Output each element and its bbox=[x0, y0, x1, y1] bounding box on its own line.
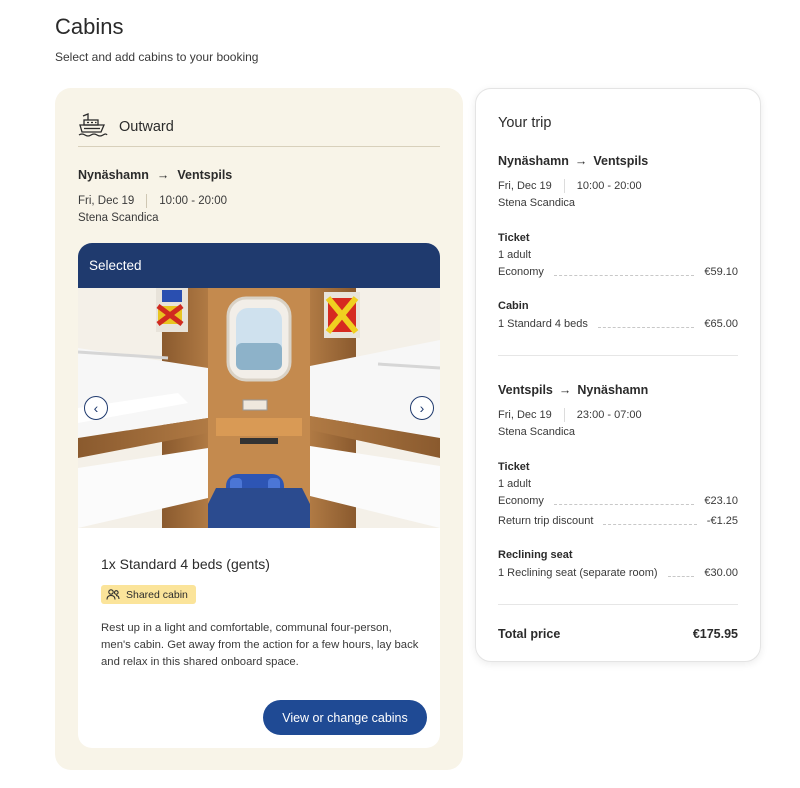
return-ship: Stena Scandica bbox=[498, 426, 576, 438]
view-change-cabins-button[interactable]: View or change cabins bbox=[263, 700, 427, 735]
departure-date: Fri, Dec 19 bbox=[78, 195, 135, 207]
price-label: 1 Standard 4 beds bbox=[498, 318, 588, 330]
return-ticket-heading: Ticket bbox=[498, 461, 530, 473]
outbound-date: Fri, Dec 19 bbox=[498, 180, 552, 192]
outward-meta: Fri, Dec 19 10:00 - 20:00 bbox=[78, 194, 227, 208]
carousel-next-button[interactable]: › bbox=[410, 396, 434, 420]
return-seat-heading: Reclining seat bbox=[498, 549, 573, 561]
chevron-right-icon: › bbox=[419, 400, 425, 416]
route-to: Ventspils bbox=[593, 154, 649, 168]
outbound-meta: Fri, Dec 19 10:00 - 20:00 bbox=[498, 179, 642, 193]
outward-label: Outward bbox=[119, 119, 174, 135]
price-label: Economy bbox=[498, 495, 544, 507]
arrow-right-icon: → bbox=[574, 154, 588, 168]
price-amount: €30.00 bbox=[704, 567, 738, 579]
outward-route: Nynäshamn → Ventspils bbox=[78, 168, 232, 182]
outbound-ship: Stena Scandica bbox=[498, 197, 576, 209]
page-title: Cabins bbox=[55, 14, 124, 39]
outbound-ticket-row: Economy €59.10 bbox=[498, 266, 738, 278]
return-route: Ventspils → Nynäshamn bbox=[498, 383, 648, 397]
chevron-left-icon: ‹ bbox=[93, 400, 99, 416]
ferry-icon bbox=[78, 113, 108, 137]
route-to: Nynäshamn bbox=[577, 383, 649, 397]
return-meta: Fri, Dec 19 23:00 - 07:00 bbox=[498, 408, 642, 422]
outbound-cabin-row: 1 Standard 4 beds €65.00 bbox=[498, 318, 738, 330]
carousel-prev-button[interactable]: ‹ bbox=[84, 396, 108, 420]
page-subtitle: Select and add cabins to your booking bbox=[55, 50, 259, 64]
people-icon bbox=[106, 589, 120, 600]
departure-time: 10:00 - 20:00 bbox=[159, 195, 228, 207]
route-from: Nynäshamn bbox=[498, 154, 569, 168]
route-from: Ventspils bbox=[498, 383, 553, 397]
return-date: Fri, Dec 19 bbox=[498, 409, 552, 421]
return-ticket-row: Economy €23.10 bbox=[498, 495, 738, 507]
outbound-time: 10:00 - 20:00 bbox=[576, 180, 642, 192]
selected-banner: Selected bbox=[78, 243, 440, 288]
route-from: Nynäshamn bbox=[78, 168, 149, 182]
cabin-description: Rest up in a light and comfortable, comm… bbox=[101, 622, 419, 668]
cabin-card: Selected ‹ › 1x Standard 4 beds (gents) … bbox=[78, 243, 440, 748]
total-price-amount: €175.95 bbox=[692, 627, 738, 641]
outward-panel: Outward Nynäshamn → Ventspils Fri, Dec 19 … bbox=[55, 88, 463, 770]
shared-cabin-badge: Shared cabin bbox=[101, 585, 196, 604]
return-seat-row: 1 Reclining seat (separate room) €30.00 bbox=[498, 567, 738, 579]
dotted-leader bbox=[603, 524, 697, 525]
return-time: 23:00 - 07:00 bbox=[576, 409, 642, 421]
outbound-cabin-heading: Cabin bbox=[498, 300, 529, 312]
outbound-ticket-pax: 1 adult bbox=[498, 249, 532, 261]
divider bbox=[146, 194, 148, 208]
arrow-right-icon: → bbox=[156, 168, 170, 182]
price-amount: €65.00 bbox=[704, 318, 738, 330]
return-ticket-pax: 1 adult bbox=[498, 478, 532, 490]
ship-name: Stena Scandica bbox=[78, 212, 159, 224]
outward-header: Outward bbox=[78, 110, 440, 147]
dotted-leader bbox=[667, 576, 695, 577]
price-label: Return trip discount bbox=[498, 515, 594, 527]
dotted-leader bbox=[553, 275, 695, 276]
price-amount: -€1.25 bbox=[706, 515, 738, 527]
price-amount: €59.10 bbox=[704, 266, 738, 278]
price-amount: €23.10 bbox=[704, 495, 738, 507]
cabin-name: 1x Standard 4 beds (gents) bbox=[101, 556, 270, 572]
trip-title: Your trip bbox=[498, 115, 552, 131]
cabin-photo: ‹ › bbox=[78, 288, 440, 528]
return-discount-row: Return trip discount -€1.25 bbox=[498, 515, 738, 527]
trip-summary-panel: Your trip Nynäshamn → Ventspils Fri, Dec 1… bbox=[475, 88, 761, 662]
cabin-image bbox=[78, 288, 440, 528]
price-label: 1 Reclining seat (separate room) bbox=[498, 567, 658, 579]
total-price-label: Total price bbox=[498, 627, 561, 641]
route-to: Ventspils bbox=[177, 168, 233, 182]
section-divider bbox=[498, 604, 738, 605]
price-label: Economy bbox=[498, 266, 544, 278]
outbound-route: Nynäshamn → Ventspils bbox=[498, 154, 648, 168]
section-divider bbox=[498, 355, 738, 356]
dotted-leader bbox=[597, 327, 695, 328]
divider bbox=[563, 179, 565, 193]
badge-label: Shared cabin bbox=[126, 588, 188, 601]
divider bbox=[563, 408, 565, 422]
arrow-right-icon: → bbox=[558, 383, 572, 397]
outbound-ticket-heading: Ticket bbox=[498, 232, 530, 244]
dotted-leader bbox=[553, 504, 695, 505]
